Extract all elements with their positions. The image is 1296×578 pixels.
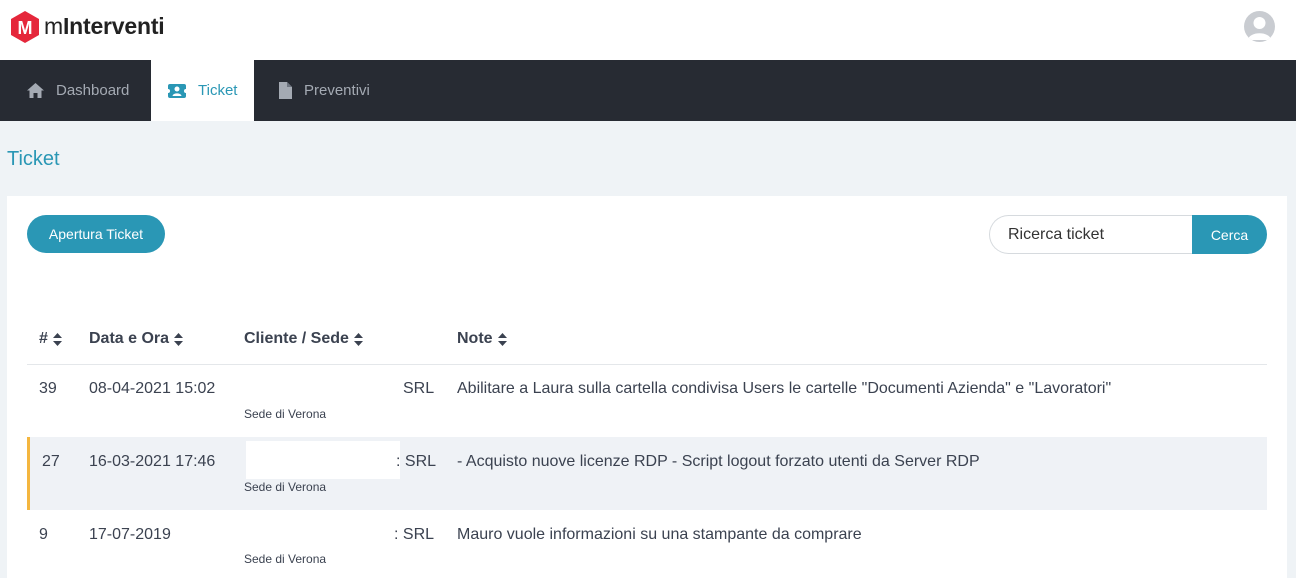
user-avatar-icon[interactable] (1244, 11, 1275, 42)
ticket-datetime: 17-07-2019 (89, 526, 171, 543)
ticket-note: Mauro vuole informazioni su una stampant… (457, 526, 862, 543)
column-header-id[interactable]: # (39, 330, 62, 348)
sort-icon (174, 332, 184, 346)
ticket-client: : SRL (396, 453, 437, 470)
ticket-card: Apertura Ticket Cerca # Data e Ora Clien… (7, 196, 1287, 578)
logo-letter: M (18, 18, 33, 38)
table-row[interactable]: 27 16-03-2021 17:46 : SRL Sede di Verona… (27, 437, 1267, 510)
home-icon (27, 83, 44, 98)
page-title: Ticket (7, 148, 60, 170)
ticket-id: 39 (39, 380, 57, 397)
nav-dashboard-label: Dashboard (56, 82, 130, 99)
table-row[interactable]: 9 17-07-2019 : SRL Sede di Verona Mauro … (27, 510, 1267, 578)
ticket-id: 9 (39, 526, 48, 543)
nav-ticket[interactable]: Ticket (151, 60, 254, 121)
column-header-datetime-label: Data e Ora (89, 330, 170, 347)
ticket-id: 27 (42, 453, 60, 470)
ticket-search: Cerca (989, 215, 1267, 254)
nav-preventivi[interactable]: Preventivi (254, 60, 394, 121)
table-row[interactable]: 39 08-04-2021 15:02 SRL Sede di Verona A… (27, 365, 1267, 438)
ticket-client: SRL (403, 380, 435, 397)
search-button[interactable]: Cerca (1192, 215, 1267, 254)
column-header-note-label: Note (457, 330, 493, 347)
ticket-icon (168, 83, 186, 98)
ticket-client: : SRL (394, 526, 435, 543)
search-input[interactable] (989, 215, 1194, 254)
app-logo[interactable]: M (9, 10, 41, 44)
sort-icon (52, 332, 62, 346)
redacted-client-name (246, 441, 400, 479)
nav-ticket-label: Ticket (198, 82, 238, 99)
main-nav: Dashboard Ticket Preventivi (0, 60, 1296, 121)
column-header-client-label: Cliente / Sede (244, 330, 349, 347)
column-header-datetime[interactable]: Data e Ora (89, 330, 184, 348)
ticket-datetime: 16-03-2021 17:46 (89, 453, 216, 470)
document-icon (279, 82, 292, 99)
top-bar: M mInterventi (0, 0, 1296, 60)
ticket-datetime: 08-04-2021 15:02 (89, 380, 216, 397)
ticket-note: - Acquisto nuove licenze RDP - Script lo… (457, 453, 980, 470)
column-header-client[interactable]: Cliente / Sede (244, 330, 363, 348)
ticket-note: Abilitare a Laura sulla cartella condivi… (457, 380, 1112, 397)
brand-prefix: m (44, 13, 63, 39)
ticket-sede: Sede di Verona (244, 480, 327, 494)
column-header-note[interactable]: Note (457, 330, 507, 348)
ticket-sede: Sede di Verona (244, 407, 327, 421)
column-header-id-label: # (39, 330, 48, 347)
app-brand[interactable]: mInterventi (44, 13, 165, 40)
brand-name: Interventi (62, 13, 165, 39)
nav-dashboard[interactable]: Dashboard (0, 60, 151, 121)
nav-preventivi-label: Preventivi (304, 82, 370, 99)
ticket-sede: Sede di Verona (244, 552, 327, 566)
sort-icon (353, 332, 363, 346)
open-ticket-button[interactable]: Apertura Ticket (27, 215, 165, 253)
sort-icon (497, 332, 507, 346)
